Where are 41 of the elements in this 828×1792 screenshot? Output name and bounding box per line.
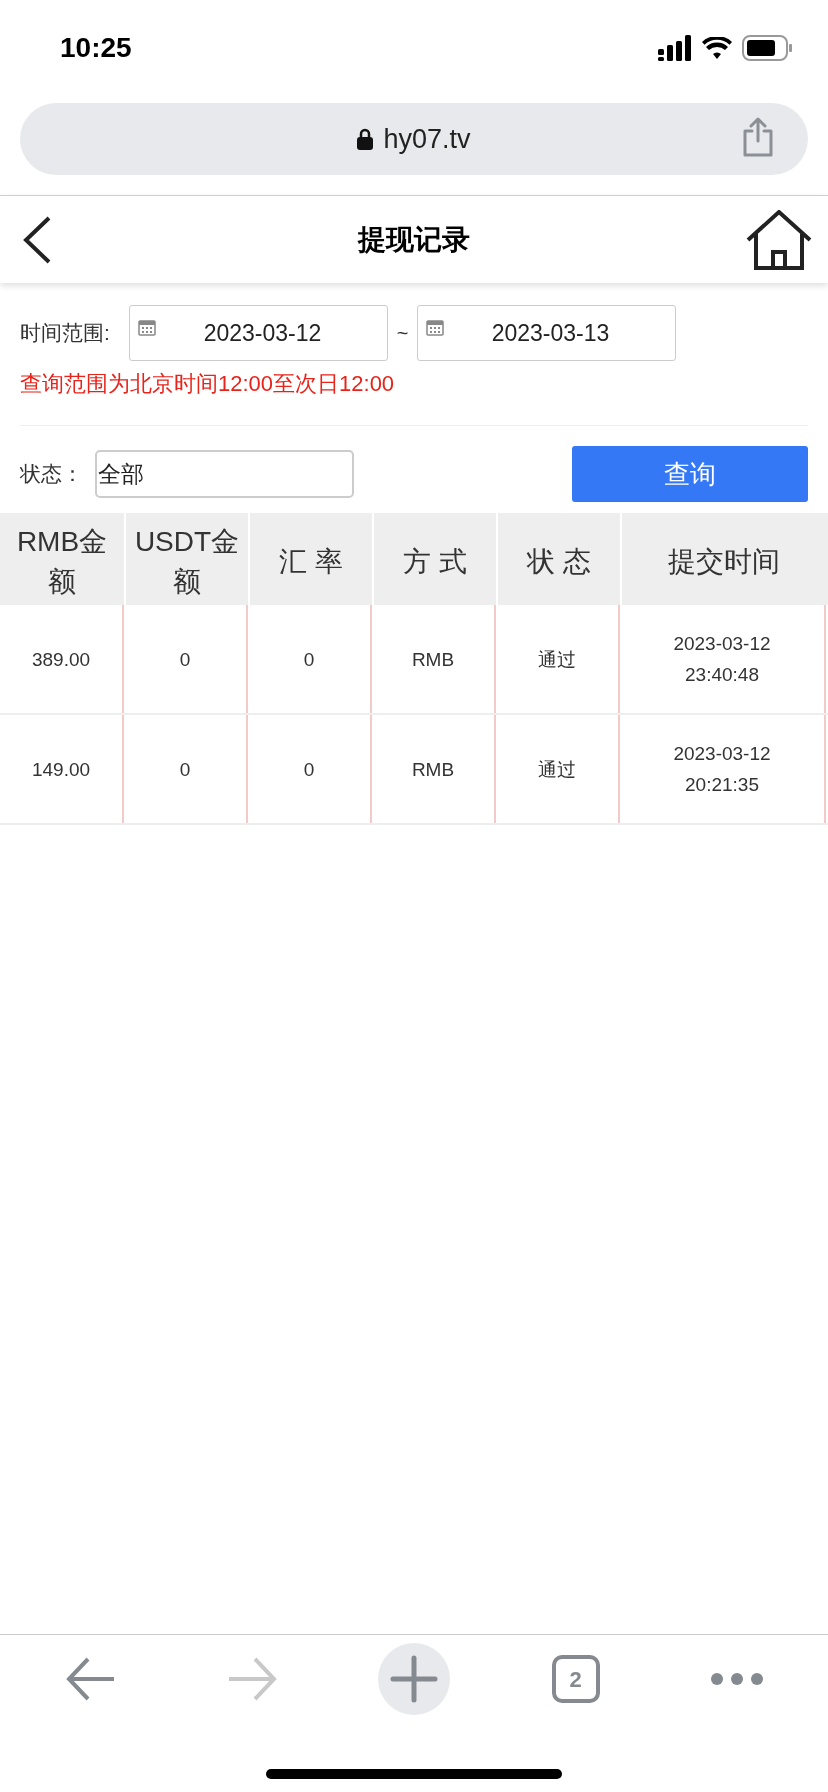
table-cell: 389.00 [0, 605, 124, 713]
column-header: 提交时间 [620, 513, 826, 605]
address-bar[interactable]: hy07.tv [20, 103, 808, 175]
back-icon[interactable] [22, 215, 52, 264]
column-header: RMB金额 [15, 525, 109, 599]
range-label: 时间范围: [20, 320, 111, 347]
more-icon[interactable] [710, 1672, 765, 1686]
column-header: 汇 率 [248, 513, 372, 605]
table-cell: 通过 [496, 605, 620, 713]
status-label: 状态： [20, 461, 84, 488]
battery-icon [742, 35, 792, 61]
page-title: 提现记录 [358, 222, 470, 257]
calendar-icon [138, 318, 156, 336]
lock-icon [357, 128, 374, 150]
start-date-field[interactable]: 2023-03-12 [129, 305, 388, 361]
table-cell: RMB [372, 605, 496, 713]
column-header: 状 态 [496, 513, 620, 605]
table-cell: 2023-03-12 23:40:48 [620, 605, 826, 713]
table-cell: 通过 [496, 715, 620, 823]
table-cell: 0 [124, 605, 248, 713]
back-arrow-icon[interactable] [65, 1657, 116, 1701]
query-button[interactable]: 查询 [572, 446, 808, 502]
range-separator: ~ [395, 321, 410, 346]
table-cell: 149.00 [0, 715, 124, 823]
end-date-field[interactable]: 2023-03-13 [417, 305, 676, 361]
table-cell: 2023-03-12 20:21:35 [620, 715, 826, 823]
share-icon[interactable] [742, 117, 774, 157]
calendar-icon [426, 318, 444, 336]
table-cell: 0 [248, 715, 372, 823]
table-cell: 0 [248, 605, 372, 713]
url-text: hy07.tv [383, 122, 471, 156]
wifi-icon [702, 37, 732, 59]
home-icon[interactable] [746, 209, 812, 270]
table-cell: 0 [124, 715, 248, 823]
range-note: 查询范围为北京时间12:00至次日12:00 [20, 370, 396, 398]
status-time: 10:25 [60, 31, 132, 65]
column-header: 方 式 [372, 513, 496, 605]
column-header: USDT金额 [124, 513, 248, 605]
signal-icon [658, 35, 692, 61]
table-cell: RMB [372, 715, 496, 823]
status-select[interactable]: 全部 [95, 450, 354, 498]
